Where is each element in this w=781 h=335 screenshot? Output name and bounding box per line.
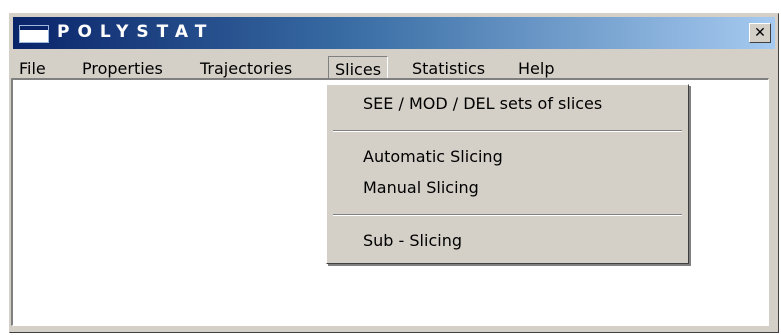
menu-item-automatic-slicing[interactable]: Automatic Slicing xyxy=(363,147,503,166)
menu-item-sub-slicing[interactable]: Sub - Slicing xyxy=(363,231,462,250)
title-bar[interactable]: POLYSTAT ✕ xyxy=(13,17,775,49)
app-window-icon[interactable] xyxy=(19,25,49,43)
close-icon: ✕ xyxy=(754,25,766,41)
slices-dropdown-menu: SEE / MOD / DEL sets of slices Automatic… xyxy=(326,84,689,264)
menu-separator xyxy=(333,130,682,132)
menu-separator xyxy=(333,214,682,216)
menu-item-see-mod-del-slices[interactable]: SEE / MOD / DEL sets of slices xyxy=(363,94,602,113)
window-title: POLYSTAT xyxy=(57,22,215,42)
close-button[interactable]: ✕ xyxy=(749,23,771,43)
menu-item-manual-slicing[interactable]: Manual Slicing xyxy=(363,178,479,197)
